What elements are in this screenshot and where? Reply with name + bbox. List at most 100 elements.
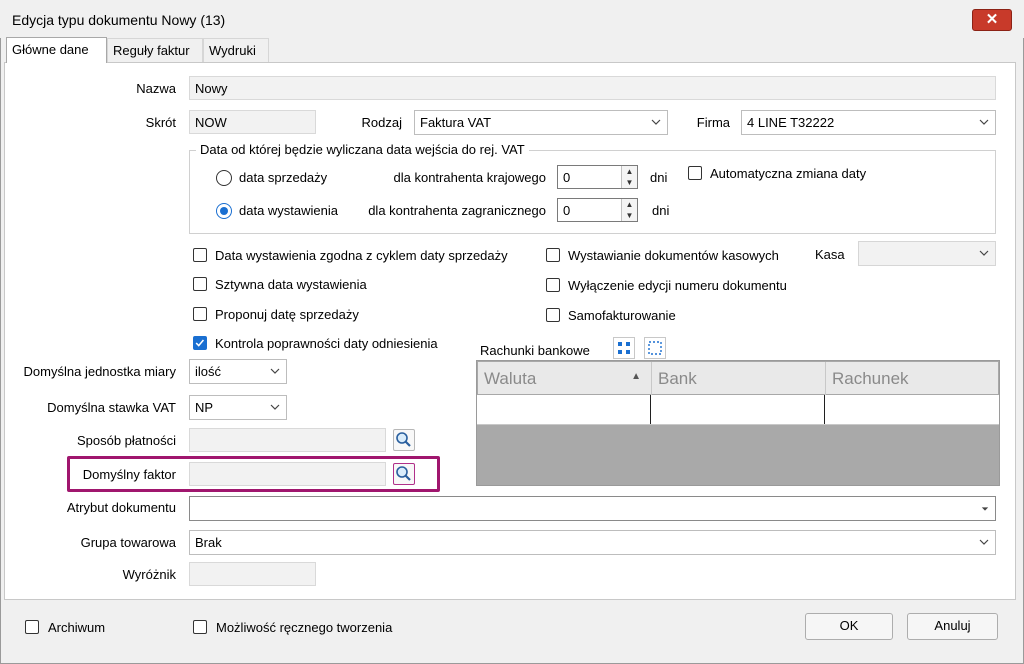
attribute-label: Atrybut dokumentu — [66, 500, 176, 515]
unit-value: ilość — [195, 364, 222, 379]
archive-label: Archiwum — [48, 620, 106, 635]
type-select[interactable]: Faktura VAT — [414, 110, 668, 135]
checkbox-fixed-issue-date[interactable] — [193, 277, 207, 291]
chevron-down-icon — [979, 250, 989, 256]
checkbox-cash-documents-label: Wystawianie dokumentów kasowych — [568, 248, 779, 263]
sort-ascending-icon: ▲ — [631, 371, 641, 382]
column-header-bank[interactable]: Bank — [652, 362, 826, 395]
vat-select[interactable]: NP — [189, 395, 287, 420]
radio-issue-date[interactable] — [216, 203, 232, 219]
checkbox-self-invoicing[interactable] — [546, 308, 560, 322]
payment-label: Sposób płatności — [76, 433, 176, 448]
checkbox-issue-sale-cycle[interactable] — [193, 248, 207, 262]
payment-lookup-button[interactable] — [393, 429, 415, 451]
foreign-label: dla kontrahenta zagranicznego — [368, 203, 546, 218]
checkbox-reference-date-check[interactable] — [193, 336, 207, 350]
cash-select[interactable] — [858, 241, 996, 266]
cash-label: Kasa — [815, 247, 845, 262]
column-header-currency[interactable]: Waluta ▲ — [478, 362, 652, 395]
type-label: Rodzaj — [361, 115, 402, 130]
domestic-days-stepper[interactable]: 0 ▲ ▼ — [557, 165, 638, 189]
auto-change-checkbox[interactable] — [688, 166, 702, 180]
short-label: Skrót — [145, 115, 176, 130]
factor-input[interactable] — [189, 462, 386, 486]
group-label: Grupa towarowa — [80, 535, 176, 550]
tab-wydruki[interactable]: Wydruki — [203, 38, 269, 62]
checkbox-reference-date-check-label: Kontrola poprawności daty odniesienia — [215, 336, 438, 351]
vat-value: NP — [195, 400, 214, 415]
search-icon — [396, 466, 411, 481]
unit-label: Domyślna jednostka miary — [23, 364, 176, 379]
factor-label: Domyślny faktor — [82, 467, 176, 482]
archive-checkbox[interactable] — [25, 620, 39, 634]
foreign-days-stepper[interactable]: 0 ▲ ▼ — [557, 198, 638, 222]
date-group-legend: Data od której będzie wyliczana data wej… — [196, 142, 529, 157]
tab-reguly-faktur[interactable]: Reguły faktur — [107, 38, 203, 62]
checkbox-propose-sale-date-label: Proponuj datę sprzedaży — [215, 307, 359, 322]
marker-label: Wyróżnik — [122, 567, 176, 582]
spin-down-icon[interactable]: ▼ — [622, 210, 637, 221]
radio-sale-date[interactable] — [216, 170, 232, 186]
caret-down-icon — [981, 507, 989, 511]
domestic-days-value: 0 — [563, 170, 571, 185]
search-icon — [396, 432, 411, 447]
expand-icon — [618, 342, 630, 354]
window-title: Edycja typu dokumentu Nowy (13) — [12, 12, 226, 28]
marker-input[interactable] — [189, 562, 316, 586]
short-input[interactable]: NOW — [189, 110, 316, 134]
chevron-down-icon — [979, 119, 989, 125]
checkbox-cash-documents[interactable] — [546, 248, 560, 262]
radio-issue-label: data wystawienia — [239, 203, 338, 218]
cell-account[interactable] — [825, 395, 999, 424]
payment-input[interactable] — [189, 428, 386, 452]
checkbox-issue-sale-cycle-label: Data wystawienia zgodna z cyklem daty sp… — [215, 248, 508, 263]
cell-bank[interactable] — [651, 395, 825, 424]
spin-buttons[interactable]: ▲ ▼ — [621, 166, 637, 188]
table-row[interactable] — [477, 395, 999, 425]
company-select[interactable]: 4 LINE T32222 — [741, 110, 996, 135]
checkbox-propose-sale-date[interactable] — [193, 307, 207, 321]
radio-sale-label: data sprzedaży — [239, 170, 328, 185]
group-select[interactable]: Brak — [189, 530, 996, 555]
checkbox-disable-number-edit-label: Wyłączenie edycji numeru dokumentu — [568, 278, 787, 293]
checkbox-fixed-issue-date-label: Sztywna data wystawienia — [215, 277, 367, 292]
factor-lookup-button[interactable] — [393, 463, 415, 485]
collapse-button[interactable] — [644, 337, 666, 359]
collapse-icon — [648, 341, 662, 355]
chevron-down-icon — [979, 539, 989, 545]
column-header-account[interactable]: Rachunek — [826, 362, 1000, 395]
chevron-down-icon — [651, 119, 661, 125]
tab-glowne-dane[interactable]: Główne dane — [6, 37, 107, 63]
grid-header: Waluta ▲ Bank Rachunek — [477, 361, 999, 395]
cell-currency[interactable] — [477, 395, 651, 424]
foreign-days-unit: dni — [652, 203, 670, 218]
close-button[interactable]: ✕ — [972, 9, 1012, 31]
attribute-select[interactable] — [189, 496, 996, 521]
group-value: Brak — [195, 535, 222, 550]
vat-label: Domyślna stawka VAT — [47, 400, 176, 415]
domestic-label: dla kontrahenta krajowego — [393, 170, 547, 185]
spin-down-icon[interactable]: ▼ — [622, 177, 637, 188]
bank-accounts-title: Rachunki bankowe — [480, 343, 590, 358]
spin-up-icon[interactable]: ▲ — [622, 166, 637, 177]
company-label: Firma — [696, 115, 730, 130]
domestic-days-unit: dni — [650, 170, 668, 185]
checkmark-icon — [195, 339, 205, 347]
name-input[interactable]: Nowy — [189, 76, 996, 100]
expand-button[interactable] — [613, 337, 635, 359]
unit-select[interactable]: ilość — [189, 359, 287, 384]
foreign-days-value: 0 — [563, 203, 571, 218]
ok-button[interactable]: OK — [805, 613, 893, 640]
manual-creation-label: Możliwość ręcznego tworzenia — [216, 620, 393, 635]
cancel-button[interactable]: Anuluj — [907, 613, 998, 640]
checkbox-disable-number-edit[interactable] — [546, 278, 560, 292]
checkbox-self-invoicing-label: Samofakturowanie — [568, 308, 676, 323]
auto-change-label: Automatyczna zmiana daty — [710, 166, 867, 181]
name-label: Nazwa — [136, 81, 176, 96]
company-value: 4 LINE T32222 — [747, 115, 835, 130]
type-value: Faktura VAT — [420, 115, 492, 130]
manual-creation-checkbox[interactable] — [193, 620, 207, 634]
spin-up-icon[interactable]: ▲ — [622, 199, 637, 210]
spin-buttons[interactable]: ▲ ▼ — [621, 199, 637, 221]
chevron-down-icon — [270, 404, 280, 410]
